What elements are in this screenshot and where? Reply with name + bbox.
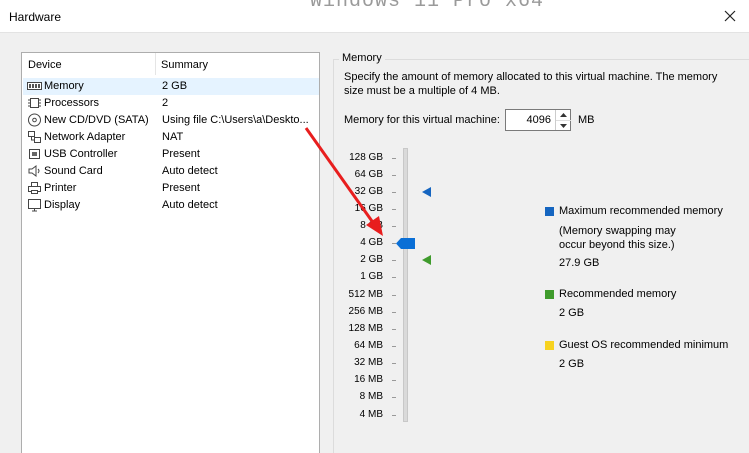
column-divider <box>155 53 156 75</box>
title-bar: Windows 11 Pro x64 Hardware <box>0 0 749 33</box>
device-name: New CD/DVD (SATA) <box>44 114 149 126</box>
slider-tick <box>392 277 396 278</box>
device-row-sound-card[interactable]: Sound Card Auto detect <box>23 163 319 180</box>
recommended-swatch <box>545 290 554 299</box>
device-summary: Auto detect <box>162 199 218 211</box>
slider-tick <box>392 329 396 330</box>
slider-tick-label: 4 GB <box>360 237 383 248</box>
max-recommended-swatch <box>545 207 554 216</box>
guest-min-value: 2 GB <box>559 358 585 370</box>
device-name: Printer <box>44 182 77 194</box>
device-summary: 2 GB <box>162 80 188 92</box>
slider-tick <box>392 226 396 227</box>
memory-description: Specify the amount of memory allocated t… <box>344 71 718 97</box>
printer-icon <box>28 182 41 194</box>
memory-spinbox[interactable]: 4096 <box>505 109 571 131</box>
spin-buttons <box>555 110 571 130</box>
column-header-device[interactable]: Device <box>28 59 62 71</box>
device-name: Display <box>44 199 81 211</box>
decrement-button[interactable] <box>556 120 571 130</box>
device-name: Sound Card <box>44 165 103 177</box>
memory-icon <box>27 82 42 90</box>
network-adapter-icon <box>28 131 41 143</box>
slider-tick <box>392 158 396 159</box>
chevron-up-icon <box>560 113 567 117</box>
device-name: Network Adapter <box>44 131 126 143</box>
device-summary: Using file C:\Users\a\Deskto... <box>162 114 309 126</box>
device-row-usb-controller[interactable]: USB Controller Present <box>23 146 319 163</box>
slider-tick-label: 512 MB <box>348 289 383 300</box>
slider-tick-label: 64 MB <box>354 340 383 351</box>
memory-slider-thumb[interactable] <box>396 238 415 249</box>
guest-min-swatch <box>545 341 554 350</box>
slider-tick-label: 64 GB <box>354 169 383 180</box>
slider-tick-label: 128 GB <box>349 152 383 163</box>
slider-tick-label: 16 MB <box>354 374 383 385</box>
sound-card-icon <box>28 165 40 177</box>
device-name: USB Controller <box>44 148 118 160</box>
slider-tick-label: 16 GB <box>354 203 383 214</box>
device-row-display[interactable]: Display Auto detect <box>23 197 319 214</box>
chevron-down-icon <box>560 123 567 128</box>
memory-slider-track[interactable] <box>403 148 408 422</box>
device-list-header: Device Summary <box>22 53 319 77</box>
device-summary: Present <box>162 182 200 194</box>
background-window-text: Windows 11 Pro x64 <box>310 0 545 13</box>
slider-tick-label: 8 GB <box>360 220 383 231</box>
slider-tick <box>392 380 396 381</box>
slider-tick-label: 32 GB <box>354 186 383 197</box>
slider-tick-label: 32 MB <box>354 357 383 368</box>
device-summary: Auto detect <box>162 165 218 177</box>
recommended-label: Recommended memory <box>559 288 677 300</box>
slider-tick <box>392 363 396 364</box>
column-header-summary[interactable]: Summary <box>161 59 208 71</box>
device-row-cd-dvd[interactable]: New CD/DVD (SATA) Using file C:\Users\a\… <box>23 112 319 129</box>
close-button[interactable] <box>719 6 741 26</box>
slider-tick <box>392 260 396 261</box>
device-summary: NAT <box>162 131 184 143</box>
device-row-memory[interactable]: Memory 2 GB <box>23 78 319 95</box>
slider-tick-label: 4 MB <box>359 409 383 420</box>
slider-tick <box>392 415 396 416</box>
memory-group-title: Memory <box>339 52 385 64</box>
cd-dvd-icon <box>28 113 41 127</box>
slider-tick-label: 8 MB <box>359 391 383 402</box>
slider-tick-label: 128 MB <box>348 323 383 334</box>
device-summary: Present <box>162 148 200 160</box>
slider-tick <box>392 175 396 176</box>
usb-controller-icon <box>29 149 40 159</box>
slider-tick-label: 2 GB <box>360 254 383 265</box>
recommended-value: 2 GB <box>559 307 585 319</box>
max-recommended-marker <box>422 187 431 197</box>
device-row-processors[interactable]: Processors 2 <box>23 95 319 112</box>
max-recommended-label: Maximum recommended memory <box>559 205 723 217</box>
device-row-network-adapter[interactable]: Network Adapter NAT <box>23 129 319 146</box>
device-summary: 2 <box>162 97 169 109</box>
window-title: Hardware <box>9 10 62 24</box>
device-name: Processors <box>44 97 100 109</box>
device-name: Memory <box>44 80 84 92</box>
max-recommended-value: 27.9 GB <box>559 257 600 269</box>
memory-unit-label: MB <box>578 114 595 126</box>
slider-tick <box>392 295 396 296</box>
memory-field-label: Memory for this virtual machine: <box>344 114 500 126</box>
increment-button[interactable] <box>556 110 571 120</box>
device-row-printer[interactable]: Printer Present <box>23 180 319 197</box>
processor-icon <box>28 98 41 108</box>
slider-tick <box>392 346 396 347</box>
close-icon <box>724 10 736 22</box>
slider-tick <box>392 397 396 398</box>
device-list: Device Summary Memory 2 GB Processors 2 … <box>21 52 320 453</box>
slider-tick <box>392 192 396 193</box>
slider-tick <box>392 209 396 210</box>
recommended-marker <box>422 255 431 265</box>
slider-tick <box>392 312 396 313</box>
memory-swapping-note: (Memory swapping may occur beyond this s… <box>559 225 676 251</box>
memory-input[interactable]: 4096 <box>527 114 551 126</box>
display-icon <box>28 199 41 212</box>
guest-min-label: Guest OS recommended minimum <box>559 339 729 351</box>
slider-tick-label: 256 MB <box>348 306 383 317</box>
slider-tick-label: 1 GB <box>360 271 383 282</box>
